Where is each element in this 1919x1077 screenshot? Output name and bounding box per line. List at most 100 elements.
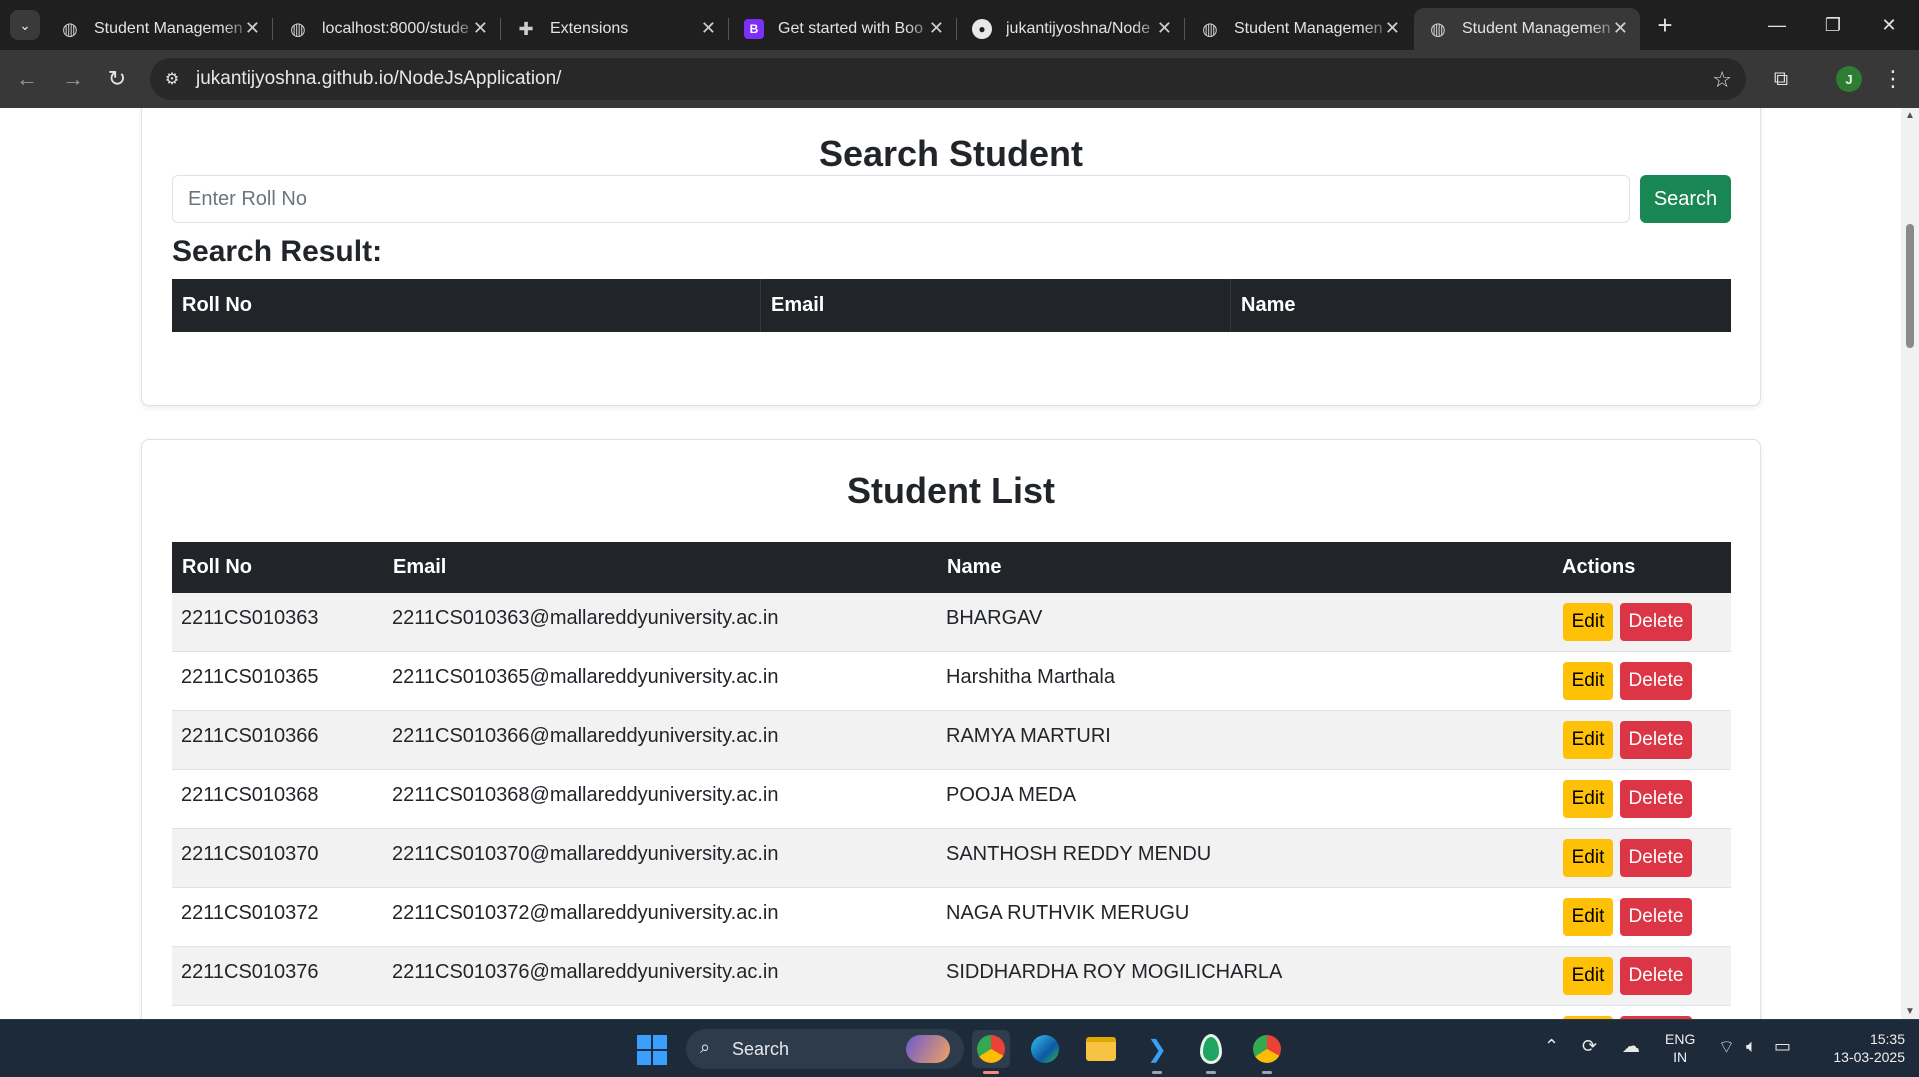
chrome-profile-taskbar-icon[interactable] [1248,1030,1286,1074]
cell-roll-no: 2211CS010363 [181,607,319,629]
search-button[interactable]: Search [1640,175,1731,223]
cell-name: SANTHOSH REDDY MENDU [946,843,1212,865]
browser-menu-icon[interactable]: ⋮ [1880,64,1906,94]
cell-roll-no: 2211CS010366 [181,725,319,747]
globe-icon: ◍ [1202,18,1218,39]
edit-button[interactable]: Edit [1563,603,1613,641]
edit-button[interactable]: Edit [1563,839,1613,877]
cell-name: NAGA RUTHVIK MERUGU [946,902,1190,924]
edit-button[interactable]: Edit [1563,898,1613,936]
tab-extensions[interactable]: ✚ Extensions ✕ [502,8,728,50]
onedrive-icon[interactable]: ☁ [1622,1036,1640,1057]
tab-github[interactable]: ● jukantijyoshna/Node ✕ [958,8,1184,50]
system-clock[interactable]: 15:35 13-03-2025 [1815,1030,1905,1066]
tab-student-management-1[interactable]: ◍ Student Managemen ✕ [46,8,272,50]
delete-button[interactable]: Delete [1620,603,1692,641]
mongodb-compass-taskbar-icon[interactable] [1192,1030,1230,1074]
delete-button[interactable]: Delete [1620,898,1692,936]
search-highlight-icon [906,1035,950,1063]
column-roll-no: Roll No [182,556,252,578]
search-card: Search Student Search Search Result: Rol… [141,108,1761,406]
tab-student-management-active[interactable]: ◍ Student Managemen ✕ [1414,8,1640,50]
restore-button[interactable]: ❐ [1810,8,1856,42]
delete-button[interactable]: Delete [1620,839,1692,877]
table-row: 2211CS010365 2211CS010365@mallareddyuniv… [172,652,1731,711]
scroll-up-arrow-icon[interactable]: ▲ [1905,110,1915,121]
search-icon: ⌕ [700,1037,711,1057]
cell-email: 2211CS010370@mallareddyuniversity.ac.in [392,843,779,865]
input-language-indicator[interactable]: ENG IN [1665,1030,1695,1066]
cell-email: 2211CS010365@mallareddyuniversity.ac.in [392,666,779,688]
close-tab-icon[interactable]: ✕ [1157,18,1172,39]
url-text[interactable]: jukantijyoshna.github.io/NodeJsApplicati… [196,68,561,90]
cell-name: Harshitha Marthala [946,666,1115,688]
edit-button[interactable]: Edit [1563,957,1613,995]
chrome-taskbar-icon[interactable] [972,1030,1010,1074]
close-tab-icon[interactable]: ✕ [929,18,944,39]
globe-icon: ◍ [1430,18,1446,39]
bookmark-star-icon[interactable]: ☆ [1712,67,1732,93]
cell-email: 2211CS010376@mallareddyuniversity.ac.in [392,961,779,983]
minimize-button[interactable]: — [1754,8,1800,42]
edge-taskbar-icon[interactable] [1026,1030,1064,1068]
edit-button[interactable]: Edit [1563,780,1613,818]
page-scrollbar[interactable]: ▲ ▼ [1901,108,1919,1019]
column-actions: Actions [1562,556,1636,578]
tab-localhost[interactable]: ◍ localhost:8000/stude ✕ [274,8,500,50]
taskbar-search-label: Search [732,1039,790,1059]
cell-name: RAMYA MARTURI [946,725,1111,747]
table-row: 2211CS010363 2211CS010363@mallareddyuniv… [172,593,1731,652]
tab-bootstrap[interactable]: B Get started with Boo ✕ [730,8,956,50]
new-tab-button[interactable]: + [1650,10,1680,40]
globe-icon: ◍ [62,18,78,39]
cell-roll-no: 2211CS010370 [181,843,319,865]
profile-avatar[interactable]: J [1836,66,1862,92]
cell-email: 2211CS010363@mallareddyuniversity.ac.in [392,607,779,629]
vscode-taskbar-icon[interactable]: ❯ [1138,1030,1176,1074]
table-row: 2211CS010370 2211CS010370@mallareddyuniv… [172,829,1731,888]
file-explorer-taskbar-icon[interactable] [1082,1030,1120,1068]
tab-search-button[interactable]: ⌄ [10,10,40,40]
volume-icon[interactable]: 🔈︎ [1746,1036,1757,1057]
delete-button[interactable]: Delete [1620,780,1692,818]
cell-email: 2211CS010368@mallareddyuniversity.ac.in [392,784,779,806]
delete-button[interactable]: Delete [1620,721,1692,759]
student-list-card: Student List Roll No Email Name Actions … [141,439,1761,1019]
extensions-icon[interactable]: ⧉ [1766,64,1796,94]
reload-button[interactable]: ↻ [100,62,134,96]
address-bar[interactable]: ⚙ jukantijyoshna.github.io/NodeJsApplica… [150,58,1746,100]
close-tab-icon[interactable]: ✕ [473,18,488,39]
delete-button[interactable]: Delete [1620,957,1692,995]
wifi-icon[interactable]: ⌔ [1718,1036,1735,1059]
site-info-icon[interactable]: ⚙ [162,69,182,89]
scroll-down-arrow-icon[interactable]: ▼ [1905,1006,1915,1017]
back-button[interactable]: ← [10,62,44,96]
close-tab-icon[interactable]: ✕ [1385,18,1400,39]
show-hidden-icons-chevron-icon[interactable]: ⌃ [1544,1036,1559,1057]
cell-roll-no: 2211CS010376 [181,961,319,983]
close-tab-icon[interactable]: ✕ [701,18,716,39]
forward-button[interactable]: → [56,62,90,96]
cell-name: POOJA MEDA [946,784,1077,806]
table-row: 2211CS010366 2211CS010366@mallareddyuniv… [172,711,1731,770]
close-window-button[interactable]: ✕ [1866,8,1912,42]
close-tab-icon[interactable]: ✕ [245,18,260,39]
windows-start-icon[interactable] [637,1035,667,1065]
edit-button[interactable]: Edit [1563,721,1613,759]
table-row [172,1006,1731,1019]
taskbar-search-box[interactable]: ⌕ Search [686,1029,964,1069]
search-heading: Search Student [818,133,1084,174]
close-tab-icon[interactable]: ✕ [1613,18,1628,39]
bootstrap-icon: B [744,19,764,39]
tab-title: Student Managemen [1234,20,1383,37]
clock-date: 13-03-2025 [1833,1049,1905,1065]
scrollbar-thumb[interactable] [1906,224,1914,348]
roll-no-search-input[interactable] [172,175,1630,223]
edit-button[interactable]: Edit [1563,662,1613,700]
sync-icon[interactable]: ⟳ [1582,1036,1597,1057]
battery-icon[interactable]: ▭ [1774,1036,1791,1057]
delete-button[interactable]: Delete [1620,662,1692,700]
tab-student-management-2[interactable]: ◍ Student Managemen ✕ [1186,8,1412,50]
tab-divider [1184,18,1185,40]
github-icon: ● [972,19,992,39]
